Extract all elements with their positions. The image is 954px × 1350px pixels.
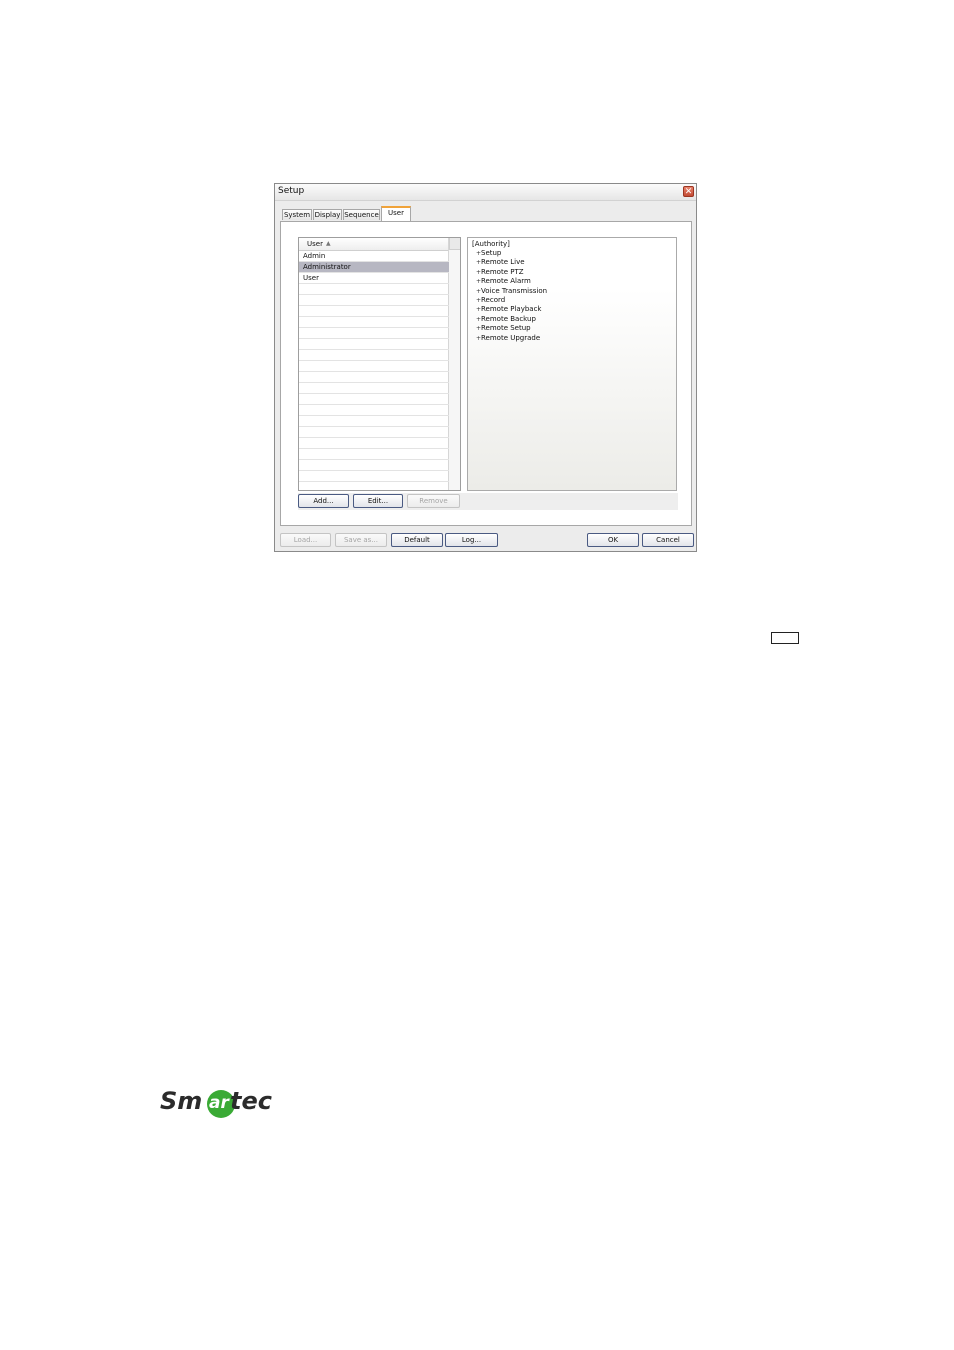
logo-text-tec: tec xyxy=(230,1087,272,1115)
authority-item[interactable]: +Setup xyxy=(476,249,547,258)
logo-text-ar: ar xyxy=(209,1093,230,1113)
list-item-user[interactable]: User xyxy=(299,273,449,284)
empty-row xyxy=(299,471,449,482)
authority-item-label: Remote Alarm xyxy=(481,277,531,286)
tab-display[interactable]: Display xyxy=(313,209,342,220)
reference-box xyxy=(771,632,799,644)
edit-button[interactable]: Edit... xyxy=(353,494,403,508)
close-icon[interactable]: ✕ xyxy=(683,186,694,197)
empty-row xyxy=(299,449,449,460)
empty-row xyxy=(299,372,449,383)
empty-row xyxy=(299,482,449,490)
authority-panel: [Authority] +Setup +Remote Live +Remote … xyxy=(467,237,677,491)
cancel-button[interactable]: Cancel xyxy=(642,533,694,547)
empty-row xyxy=(299,306,449,317)
authority-item-label: Remote Live xyxy=(481,258,525,267)
empty-row xyxy=(299,328,449,339)
window-title: Setup xyxy=(278,186,305,196)
tab-user[interactable]: User xyxy=(381,206,411,221)
empty-row xyxy=(299,284,449,295)
empty-row xyxy=(299,361,449,372)
tab-system[interactable]: System xyxy=(282,209,312,220)
authority-item[interactable]: +Remote Live xyxy=(476,258,547,267)
empty-row xyxy=(299,394,449,405)
authority-title: [Authority] xyxy=(472,240,510,248)
authority-item-label: Setup xyxy=(481,249,502,257)
title-bar: Setup ✕ xyxy=(275,184,696,201)
authority-item-label: Remote Setup xyxy=(481,324,531,333)
sort-ascending-icon: ▲ xyxy=(326,240,331,247)
empty-row xyxy=(299,416,449,427)
smartec-logo: Sm ar tec xyxy=(160,1087,272,1118)
empty-row xyxy=(299,317,449,328)
empty-row xyxy=(299,295,449,306)
authority-item[interactable]: +Remote Alarm xyxy=(476,277,547,286)
ok-button[interactable]: OK xyxy=(587,533,639,547)
setup-window: Setup ✕ System Display Sequence User Use… xyxy=(274,183,697,552)
list-scrollbar[interactable] xyxy=(448,238,460,490)
user-tab-panel: User ▲ Admin Administrator User [Authori… xyxy=(280,221,692,526)
remove-button[interactable]: Remove xyxy=(407,494,460,508)
authority-item[interactable]: +Voice Transmission xyxy=(476,287,547,296)
authority-item[interactable]: +Remote Upgrade xyxy=(476,334,547,343)
authority-item-label: Record xyxy=(481,296,506,305)
empty-row xyxy=(299,350,449,361)
authority-item-label: Remote PTZ xyxy=(481,267,524,276)
authority-item[interactable]: +Remote PTZ xyxy=(476,268,547,277)
save-as-button[interactable]: Save as... xyxy=(335,533,387,547)
empty-row xyxy=(299,427,449,438)
list-item-administrator[interactable]: Administrator xyxy=(299,262,449,273)
authority-item-label: Remote Backup xyxy=(481,314,536,323)
add-button[interactable]: Add... xyxy=(298,494,349,508)
list-button-row: Add... Edit... Remove xyxy=(298,493,678,510)
empty-row xyxy=(299,460,449,471)
user-list[interactable]: User ▲ Admin Administrator User xyxy=(298,237,461,491)
empty-row xyxy=(299,383,449,394)
user-column-label: User xyxy=(307,240,323,248)
authority-item[interactable]: +Remote Playback xyxy=(476,305,547,314)
tab-sequence[interactable]: Sequence xyxy=(343,209,380,220)
user-rows: Admin Administrator User xyxy=(299,251,449,490)
authority-item[interactable]: +Remote Setup xyxy=(476,324,547,333)
authority-item-label: Remote Upgrade xyxy=(481,333,541,342)
list-item-admin[interactable]: Admin xyxy=(299,251,449,262)
default-button[interactable]: Default xyxy=(391,533,443,547)
authority-item-label: Remote Playback xyxy=(481,305,542,314)
authority-items: +Setup +Remote Live +Remote PTZ +Remote … xyxy=(476,249,547,343)
user-column-header[interactable]: User ▲ xyxy=(299,238,449,251)
authority-item[interactable]: +Remote Backup xyxy=(476,315,547,324)
authority-item-label: Voice Transmission xyxy=(481,286,548,295)
list-header-corner xyxy=(449,238,460,250)
log-button[interactable]: Log... xyxy=(445,533,498,547)
authority-item[interactable]: +Record xyxy=(476,296,547,305)
empty-row xyxy=(299,405,449,416)
load-button[interactable]: Load... xyxy=(280,533,331,547)
empty-row xyxy=(299,339,449,350)
logo-text-sm: Sm xyxy=(160,1087,202,1115)
empty-row xyxy=(299,438,449,449)
